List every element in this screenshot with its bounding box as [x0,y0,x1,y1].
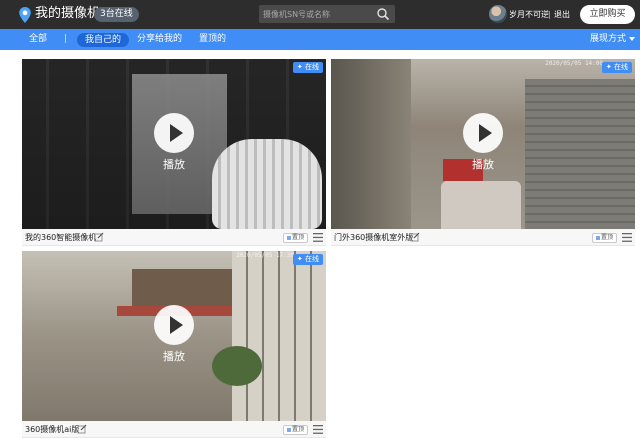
filter-tabbar: 全部 | 我自己的 分享给我的 置顶的 展现方式 [0,29,640,50]
play-label: 播放 [163,350,185,363]
buy-now-button[interactable]: 立即购买 [580,5,635,24]
header-separator: | [548,10,551,19]
tab-pinned[interactable]: 置顶的 [199,29,226,50]
video-timestamp: 2020/05/05 17:30 [236,252,294,259]
play-icon[interactable] [152,303,196,347]
camera-name: 门外360摄像机室外版 [334,233,414,242]
caret-down-icon [629,36,636,41]
edit-icon[interactable] [94,232,104,242]
online-count-badge: 3台在线 [94,7,139,22]
play-icon[interactable] [152,111,196,155]
camera-preview[interactable]: ✦ 在线 播放 [22,59,326,229]
tab-shared-with-me[interactable]: 分享给我的 [137,29,182,50]
play-control[interactable]: 播放 [152,111,196,181]
camera-card: ✦ 在线 播放 我的360智能摄像机 置顶 [22,59,326,246]
play-control[interactable]: 播放 [461,111,505,181]
display-mode-dropdown[interactable]: 展现方式 [590,29,636,50]
pin-icon [286,427,291,432]
tab-all[interactable]: 全部 [29,29,47,50]
pin-button[interactable]: 置顶 [282,233,308,243]
camera-preview[interactable]: 2020/05/05 14:00 ✦ 在线 播放 [331,59,635,229]
camera-preview[interactable]: 2020/05/05 17:30 ✦ 在线 播放 [22,251,326,421]
video-timestamp: 2020/05/05 14:00 [545,60,603,67]
edit-icon[interactable] [410,232,420,242]
search-input[interactable] [263,5,373,23]
tab-mine[interactable]: 我自己的 [77,33,130,47]
camera-info-row: 360摄像机ai版 置顶 [22,421,326,438]
pin-icon [595,235,600,240]
user-avatar[interactable] [489,5,507,23]
menu-icon[interactable] [313,233,323,242]
camera-card: 2020/05/05 14:00 ✦ 在线 播放 门外360摄像机室外版 置顶 [331,59,635,246]
pin-icon [286,235,291,240]
online-status-badge: ✦ 在线 [601,62,632,73]
play-label: 播放 [472,158,494,171]
camera-name: 我的360智能摄像机 [25,233,97,242]
username[interactable]: 岁月不可逆 [509,9,549,20]
play-label: 播放 [163,158,185,171]
online-status-badge: ✦ 在线 [292,254,323,265]
camera-info-row: 我的360智能摄像机 置顶 [22,229,326,246]
search-box [259,5,395,23]
camera-card: 2020/05/05 17:30 ✦ 在线 播放 360摄像机ai版 置顶 [22,251,326,438]
top-header: 我的摄像机 3台在线 岁月不可逆 | 退出 立即购买 [0,0,640,29]
online-status-badge: ✦ 在线 [292,62,323,73]
play-control[interactable]: 播放 [152,303,196,373]
play-icon[interactable] [461,111,505,155]
app-title: 我的摄像机 [35,6,101,21]
logout-link[interactable]: 退出 [554,9,570,20]
menu-icon[interactable] [622,233,632,242]
search-icon[interactable] [376,7,390,21]
tab-divider: | [64,34,68,44]
pin-button[interactable]: 置顶 [591,233,617,243]
camera-name: 360摄像机ai版 [25,425,80,434]
display-mode-label: 展现方式 [590,34,627,44]
location-pin-icon [19,7,31,23]
camera-info-row: 门外360摄像机室外版 置顶 [331,229,635,246]
edit-icon[interactable] [77,424,87,434]
menu-icon[interactable] [313,425,323,434]
